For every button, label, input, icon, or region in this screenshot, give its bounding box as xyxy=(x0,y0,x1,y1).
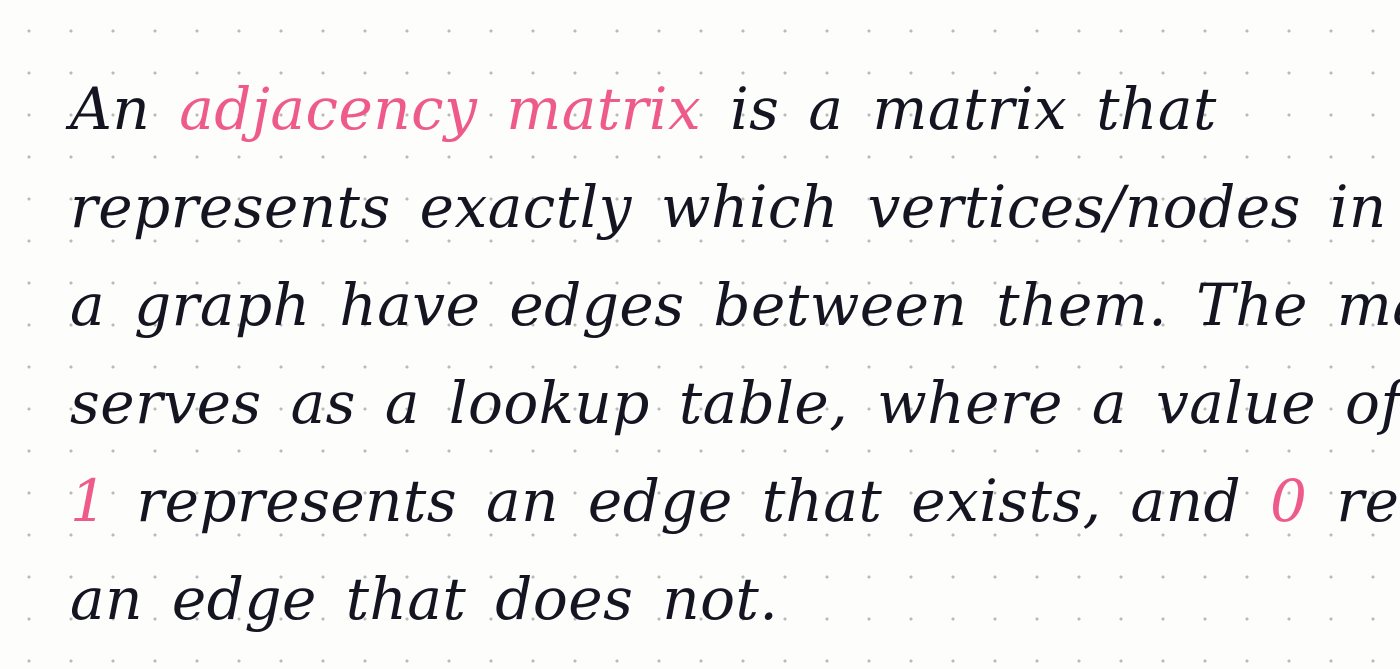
highlight-one: 1 xyxy=(70,467,108,535)
highlight-zero: 0 xyxy=(1270,467,1308,535)
dot-grid-paper: An adjacency matrix is a matrix that rep… xyxy=(0,0,1400,669)
note-line-2: represents exactly which vertices/nodes … xyxy=(70,173,1387,241)
note-line-3: a graph have edges between them. The mat… xyxy=(70,271,1400,339)
note-line-5: 1 represents an edge that exists, and 0 … xyxy=(70,467,1400,535)
note-line-4: serves as a lookup table, where a value … xyxy=(70,369,1400,437)
highlight-adjacency-matrix: adjacency matrix xyxy=(179,75,702,143)
handwritten-note: An adjacency matrix is a matrix that rep… xyxy=(70,60,1400,648)
note-line-1: An adjacency matrix is a matrix that xyxy=(70,75,1217,143)
note-line-6: an edge that does not. xyxy=(70,565,779,633)
